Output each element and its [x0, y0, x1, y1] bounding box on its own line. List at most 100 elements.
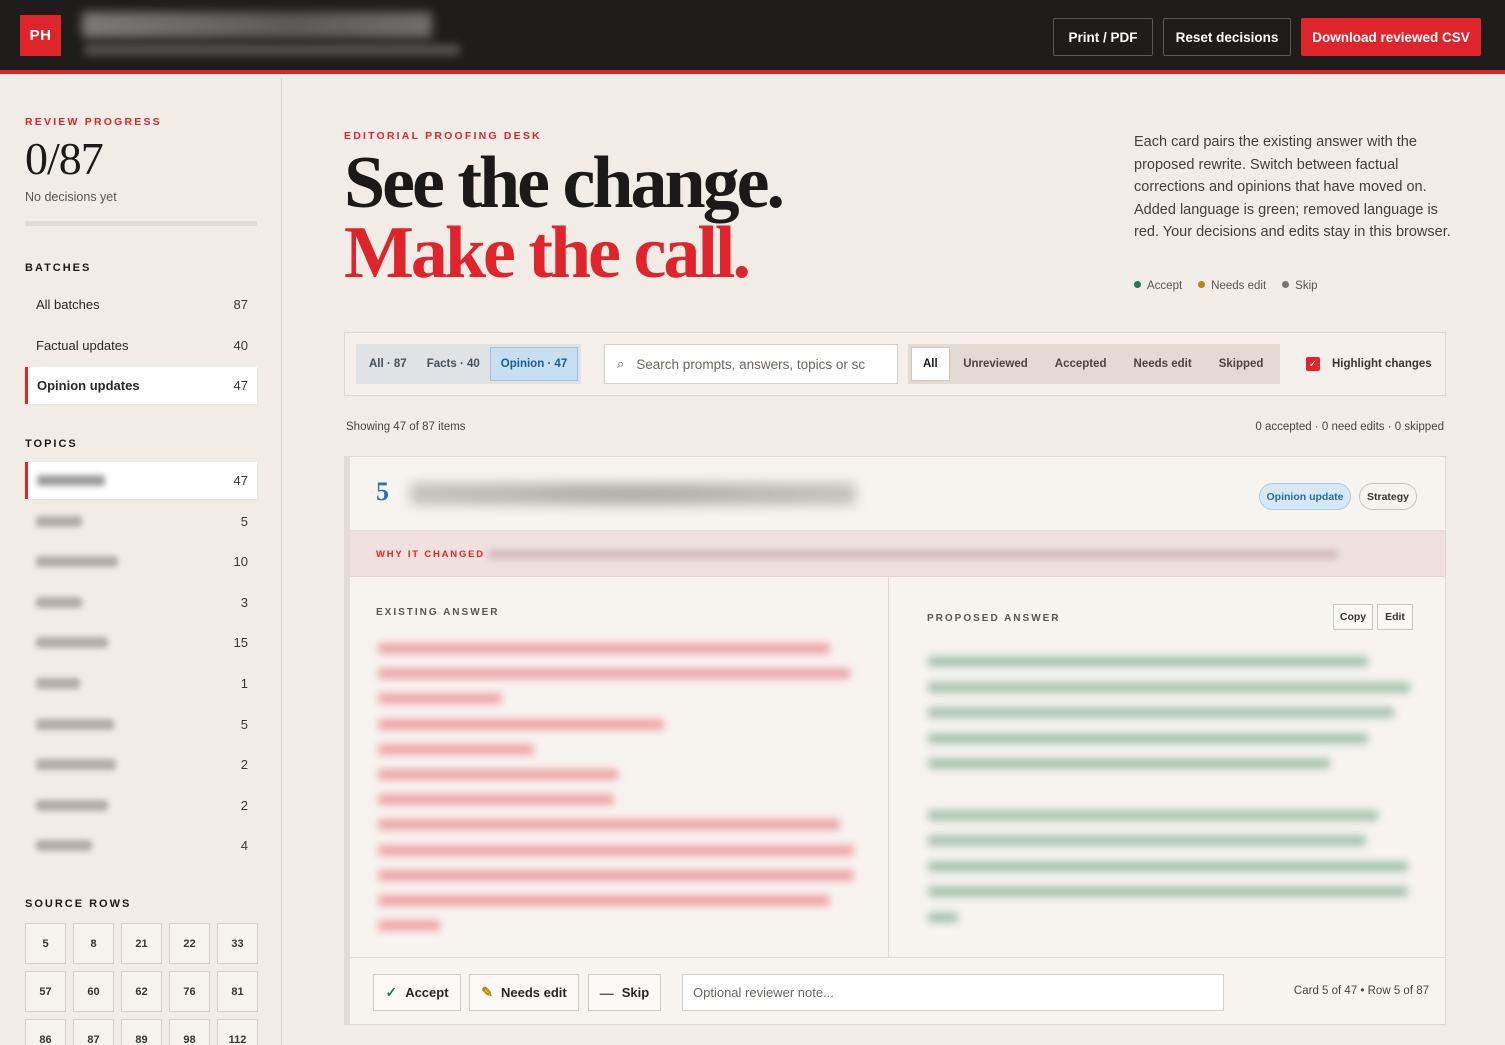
- sidebar-topic-item[interactable]: 2: [25, 787, 257, 824]
- hero-description: Each card pairs the existing answer with…: [1134, 134, 1451, 240]
- sidebar-topic-item[interactable]: 15: [25, 624, 257, 661]
- topic-count: 15: [233, 635, 248, 651]
- source-row-button[interactable]: 98: [169, 1019, 210, 1045]
- redacted-line: [928, 732, 1368, 744]
- source-row-button[interactable]: 89: [121, 1019, 162, 1045]
- search-icon: ⌕: [617, 356, 625, 371]
- sidebar-topic-item[interactable]: 2: [25, 746, 257, 783]
- download-csv-button[interactable]: Download reviewed CSV: [1301, 18, 1481, 56]
- why-label: WHY IT CHANGED: [376, 549, 485, 560]
- decision-summary: 0 accepted · 0 need edits · 0 skipped: [1255, 421, 1444, 433]
- source-row-button[interactable]: 21: [121, 923, 162, 964]
- sidebar-topic-item[interactable]: 4: [25, 827, 257, 864]
- source-row-button[interactable]: 22: [169, 923, 210, 964]
- sidebar: REVIEW PROGRESS 0/87 No decisions yet BA…: [0, 78, 282, 1045]
- redacted-line: [378, 794, 614, 806]
- batch-label: Factual updates: [36, 337, 129, 353]
- redacted-topic-label: [36, 556, 118, 568]
- checkbox-checked-icon[interactable]: ✓: [1306, 357, 1320, 371]
- legend-dot-icon: [1134, 281, 1141, 288]
- source-row-button[interactable]: 86: [25, 1019, 66, 1045]
- card-position: Card 5 of 47 • Row 5 of 87: [1293, 985, 1429, 997]
- needs-edit-label: Needs edit: [500, 985, 567, 1000]
- search-box[interactable]: ⌕: [604, 344, 898, 384]
- needs-edit-button[interactable]: ✎ Needs edit: [469, 974, 579, 1011]
- topic-count: 2: [240, 757, 248, 773]
- source-row-button[interactable]: 60: [73, 971, 114, 1012]
- topics-title: TOPICS: [25, 438, 78, 450]
- card-number: 5: [376, 477, 389, 506]
- sidebar-batch-item[interactable]: Opinion updates 47: [25, 367, 257, 404]
- tab-status[interactable]: Accepted: [1041, 347, 1120, 381]
- redacted-line: [928, 656, 1368, 667]
- sidebar-topic-item[interactable]: 3: [25, 584, 257, 621]
- batches-title: BATCHES: [25, 262, 92, 274]
- existing-answer-label: EXISTING ANSWER: [376, 607, 500, 618]
- source-row-button[interactable]: 87: [73, 1019, 114, 1045]
- source-row-button[interactable]: 112: [217, 1019, 258, 1045]
- redacted-topic-label: [37, 475, 105, 486]
- type-chip: Opinion update: [1259, 483, 1351, 510]
- tab-batch[interactable]: All · 87: [359, 347, 417, 381]
- sidebar-batch-item[interactable]: All batches 87: [25, 286, 257, 323]
- hero-headline-2: Make the call.: [344, 212, 751, 294]
- tab-status[interactable]: Unreviewed: [950, 347, 1042, 381]
- source-row-button[interactable]: 81: [217, 971, 258, 1012]
- progress-bar: [25, 221, 257, 226]
- source-row-button[interactable]: 76: [169, 971, 210, 1012]
- accept-label: Accept: [405, 985, 449, 1000]
- edit-button[interactable]: Edit: [1377, 604, 1413, 630]
- tab-batch[interactable]: Opinion · 47: [489, 347, 579, 381]
- highlight-changes-toggle[interactable]: ✓ Highlight changes: [1306, 357, 1432, 371]
- batch-tabs: All · 87 Facts · 40 Opinion · 47: [356, 344, 582, 384]
- topic-count: 2: [240, 797, 248, 813]
- progress-subtext: No decisions yet: [25, 190, 117, 204]
- sidebar-topic-item[interactable]: 5: [25, 706, 257, 743]
- copy-button[interactable]: Copy: [1333, 604, 1373, 630]
- topic-count: 10: [233, 554, 248, 570]
- sidebar-batch-item[interactable]: Factual updates 40: [25, 327, 257, 364]
- sidebar-topic-item[interactable]: 5: [25, 503, 257, 540]
- redacted-line: [378, 869, 854, 881]
- tab-batch[interactable]: Facts · 40: [417, 347, 490, 381]
- search-input[interactable]: [636, 356, 877, 372]
- topic-count: 5: [240, 716, 248, 732]
- accept-button[interactable]: ✓ Accept: [373, 974, 461, 1011]
- reset-decisions-button[interactable]: Reset decisions: [1163, 18, 1291, 56]
- sidebar-topic-item[interactable]: 47: [25, 462, 257, 499]
- source-row-button[interactable]: 8: [73, 923, 114, 964]
- source-rows-title: SOURCE ROWS: [25, 898, 132, 910]
- hero-eyebrow: EDITORIAL PROOFING DESK: [344, 130, 542, 142]
- sidebar-topic-item[interactable]: 10: [25, 543, 257, 580]
- source-row-button[interactable]: 57: [25, 971, 66, 1012]
- progress-value: 0/87: [25, 133, 104, 184]
- logo: PH: [20, 15, 61, 56]
- source-row-button[interactable]: 5: [25, 923, 66, 964]
- reviewer-note-box[interactable]: [682, 974, 1224, 1011]
- skip-label: Skip: [621, 985, 650, 1000]
- topic-count: 4: [240, 838, 248, 854]
- tab-status[interactable]: Needs edit: [1120, 347, 1205, 381]
- redacted-line: [378, 718, 664, 730]
- redacted-line: [378, 844, 854, 856]
- print-pdf-button[interactable]: Print / PDF: [1053, 18, 1153, 56]
- redacted-subtitle: [84, 44, 460, 56]
- redacted-line: [378, 769, 618, 780]
- redacted-line: [378, 743, 534, 755]
- redacted-reason: [488, 550, 1338, 559]
- skip-button[interactable]: — Skip: [588, 974, 661, 1011]
- tab-status[interactable]: All: [911, 347, 950, 381]
- check-icon: ✓: [385, 984, 398, 1000]
- tab-status[interactable]: Skipped: [1205, 347, 1277, 381]
- source-row-button[interactable]: 33: [217, 923, 258, 964]
- why-it-changed: WHY IT CHANGED: [350, 531, 1445, 577]
- redacted-line: [928, 681, 1410, 693]
- batch-label: All batches: [36, 297, 100, 312]
- progress-label: REVIEW PROGRESS: [25, 116, 162, 128]
- sidebar-topic-item[interactable]: 1: [25, 665, 257, 702]
- dash-icon: —: [599, 984, 614, 1001]
- source-row-button[interactable]: 62: [121, 971, 162, 1012]
- reviewer-note-input[interactable]: [693, 985, 1223, 1000]
- legend-label: Skip: [1295, 280, 1318, 292]
- filter-toolbar: All · 87Facts · 40Opinion · 47 ⌕ AllUnre…: [344, 332, 1446, 396]
